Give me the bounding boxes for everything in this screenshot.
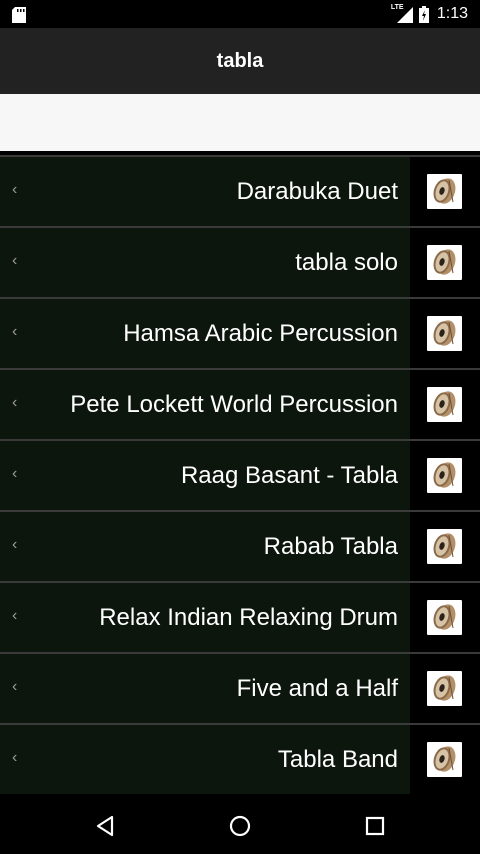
- page-title: tabla: [216, 49, 264, 72]
- thumbnail-container: [410, 441, 480, 510]
- tabla-drum-icon: [427, 529, 462, 564]
- list-item-title: Pete Lockett World Percussion: [70, 390, 398, 418]
- sd-card-icon: [12, 7, 26, 23]
- thumbnail-container: [410, 228, 480, 297]
- list-item[interactable]: ‹ Five and a Half: [0, 652, 480, 723]
- search-input[interactable]: [0, 94, 480, 151]
- tabla-drum-icon: [427, 316, 462, 351]
- status-bar: LTE 1:13: [0, 0, 480, 28]
- chevron-left-icon: ‹: [12, 536, 18, 553]
- chevron-left-icon: ‹: [12, 181, 18, 198]
- track-list: ‹ Darabuka Duet ‹ tabla solo ‹ Hamsa Ara…: [0, 155, 480, 794]
- thumbnail-container: [410, 157, 480, 226]
- thumbnail-container: [410, 370, 480, 439]
- chevron-left-icon: ‹: [12, 323, 18, 340]
- battery-icon: [418, 5, 429, 23]
- list-item[interactable]: ‹ Tabla Band: [0, 723, 480, 794]
- tabla-drum-icon: [427, 245, 462, 280]
- list-item[interactable]: ‹ Darabuka Duet: [0, 155, 480, 226]
- tabla-drum-icon: [427, 671, 462, 706]
- tabla-drum-icon: [427, 387, 462, 422]
- back-icon[interactable]: [91, 812, 119, 840]
- list-item[interactable]: ‹ Raag Basant - Tabla: [0, 439, 480, 510]
- list-item-title: Relax Indian Relaxing Drum: [99, 603, 398, 631]
- list-item-title: Five and a Half: [236, 674, 398, 702]
- list-item-title: Tabla Band: [277, 745, 398, 773]
- signal-icon: LTE: [391, 4, 413, 23]
- list-item[interactable]: ‹ Relax Indian Relaxing Drum: [0, 581, 480, 652]
- list-item-title: Rabab Tabla: [263, 532, 398, 560]
- list-item-title: Hamsa Arabic Percussion: [123, 319, 398, 347]
- recents-icon[interactable]: [361, 812, 389, 840]
- home-icon[interactable]: [226, 812, 254, 840]
- list-item[interactable]: ‹ Hamsa Arabic Percussion: [0, 297, 480, 368]
- tabla-drum-icon: [427, 458, 462, 493]
- list-item[interactable]: ‹ tabla solo: [0, 226, 480, 297]
- thumbnail-container: [410, 299, 480, 368]
- clock: 1:13: [436, 5, 468, 22]
- list-item-title: tabla solo: [295, 248, 398, 276]
- list-item-title: Darabuka Duet: [236, 177, 398, 205]
- app-bar: tabla: [0, 28, 480, 94]
- thumbnail-container: [410, 725, 480, 794]
- list-item[interactable]: ‹ Pete Lockett World Percussion: [0, 368, 480, 439]
- chevron-left-icon: ‹: [12, 252, 18, 269]
- chevron-left-icon: ‹: [12, 394, 18, 411]
- thumbnail-container: [410, 654, 480, 723]
- list-item-title: Raag Basant - Tabla: [180, 461, 398, 489]
- tabla-drum-icon: [427, 174, 462, 209]
- chevron-left-icon: ‹: [12, 465, 18, 482]
- thumbnail-container: [410, 583, 480, 652]
- chevron-left-icon: ‹: [12, 607, 18, 624]
- chevron-left-icon: ‹: [12, 678, 18, 695]
- tabla-drum-icon: [427, 742, 462, 777]
- thumbnail-container: [410, 512, 480, 581]
- chevron-left-icon: ‹: [12, 749, 18, 766]
- navigation-bar: [0, 798, 480, 854]
- list-item[interactable]: ‹ Rabab Tabla: [0, 510, 480, 581]
- tabla-drum-icon: [427, 600, 462, 635]
